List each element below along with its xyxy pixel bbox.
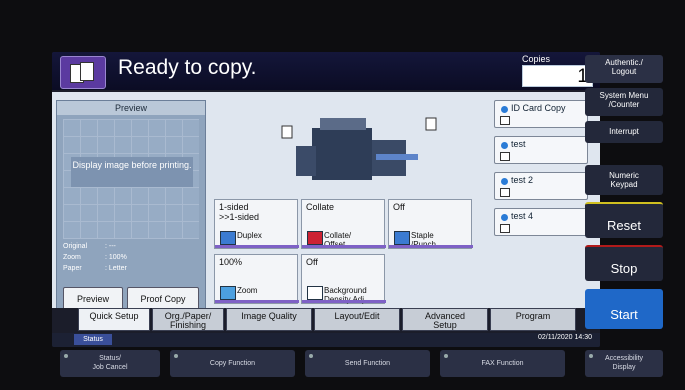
tile-accent-bar xyxy=(215,300,299,303)
preview-title: Preview xyxy=(57,101,205,115)
device-bezel: Ready to copy. Copies 1 Preview Display … xyxy=(0,0,685,390)
collate-icon xyxy=(307,231,323,245)
zoom-label: Zoom xyxy=(237,286,258,295)
tab-advanced-setup[interactable]: Advanced Setup xyxy=(402,308,488,331)
authentic-logout-key[interactable]: Authentic./ Logout xyxy=(585,55,663,83)
led-icon xyxy=(174,354,178,358)
zoom-icon xyxy=(220,286,236,300)
tab-image-quality[interactable]: Image Quality xyxy=(226,308,312,331)
send-function-key[interactable]: Send Function xyxy=(305,350,430,377)
stop-key[interactable]: Stop xyxy=(585,245,663,281)
preview-panel: Preview Display image before printing. O… xyxy=(56,100,206,311)
zoom-value: 100% xyxy=(219,257,243,267)
copy-function-key[interactable]: Copy Function xyxy=(170,350,295,377)
led-icon xyxy=(589,354,593,358)
tab-bar: Quick Setup Org./Paper/ Finishing Image … xyxy=(52,308,600,332)
shortcut-id-card-copy[interactable]: ID Card Copy xyxy=(494,100,588,128)
copies-label: Copies xyxy=(522,54,551,64)
document-icon-back xyxy=(80,62,94,81)
duplex-icon xyxy=(220,231,236,245)
density-icon xyxy=(307,286,323,300)
info-paper: Paper: Letter xyxy=(63,265,127,272)
status-bar: Status 02/11/2020 14:30 xyxy=(52,333,600,347)
tab-layout-edit[interactable]: Layout/Edit xyxy=(314,308,400,331)
preview-info: Original: --- Zoom: 100% Paper: Letter xyxy=(63,243,199,276)
preview-message: Display image before printing. xyxy=(71,157,193,187)
accessibility-display-key[interactable]: Accessibility Display xyxy=(585,350,663,377)
tile-accent-bar xyxy=(389,245,473,248)
key-icon xyxy=(500,152,510,161)
density-value: Off xyxy=(306,257,318,267)
staple-tile[interactable]: Off Staple /Punch xyxy=(388,199,473,249)
key-icon xyxy=(500,188,510,197)
system-menu-counter-key[interactable]: System Menu /Counter xyxy=(585,88,663,116)
printer-icon xyxy=(281,117,437,180)
fax-function-key[interactable]: FAX Function xyxy=(440,350,565,377)
copies-count[interactable]: 1 xyxy=(522,65,593,87)
duplex-tile[interactable]: 1-sided >>1-sided Duplex xyxy=(214,199,299,249)
main-panel: Preview Display image before printing. O… xyxy=(52,92,600,311)
info-original: Original: --- xyxy=(63,243,116,250)
staple-icon xyxy=(394,231,410,245)
tile-accent-bar xyxy=(302,245,386,248)
header: Ready to copy. Copies 1 xyxy=(52,52,600,90)
interrupt-key[interactable]: Interrupt xyxy=(585,121,663,143)
reset-key[interactable]: Reset xyxy=(585,202,663,238)
shortcut-test-4[interactable]: test 4 xyxy=(494,208,588,236)
tab-program[interactable]: Program xyxy=(490,308,576,331)
page-title: Ready to copy. xyxy=(118,56,257,79)
duplex-label: Duplex xyxy=(237,231,262,240)
touch-screen: Ready to copy. Copies 1 Preview Display … xyxy=(52,52,600,347)
shortcut-dot-icon xyxy=(501,106,508,113)
numeric-keypad-key[interactable]: Numeric Keypad xyxy=(585,165,663,195)
duplex-value: 1-sided >>1-sided xyxy=(219,202,260,222)
info-zoom: Zoom: 100% xyxy=(63,254,127,261)
staple-value: Off xyxy=(393,202,405,212)
key-icon xyxy=(500,224,510,233)
collate-value: Collate xyxy=(306,202,335,212)
tab-quick-setup[interactable]: Quick Setup xyxy=(78,308,150,331)
led-icon xyxy=(64,354,68,358)
shortcut-test-2[interactable]: test 2 xyxy=(494,172,588,200)
shortcut-dot-icon xyxy=(501,142,508,149)
led-icon xyxy=(309,354,313,358)
density-tile[interactable]: Off Background Density Adj. xyxy=(301,254,386,304)
machine-illustration xyxy=(212,96,482,194)
status-job-cancel-key[interactable]: Status/ Job Cancel xyxy=(60,350,160,377)
start-key[interactable]: Start xyxy=(585,289,663,329)
date-time: 02/11/2020 14:30 xyxy=(538,334,592,341)
key-icon xyxy=(500,116,510,125)
shortcut-test[interactable]: test xyxy=(494,136,588,164)
copy-app-icon xyxy=(60,56,106,89)
collate-tile[interactable]: Collate Collate/ Offset xyxy=(301,199,386,249)
tab-org-paper-finishing[interactable]: Org./Paper/ Finishing xyxy=(152,308,224,331)
status-label: Status xyxy=(74,334,112,345)
shortcut-dot-icon xyxy=(501,214,508,221)
tile-accent-bar xyxy=(302,300,386,303)
tile-accent-bar xyxy=(215,245,299,248)
zoom-tile[interactable]: 100% Zoom xyxy=(214,254,299,304)
shortcut-dot-icon xyxy=(501,178,508,185)
led-icon xyxy=(444,354,448,358)
